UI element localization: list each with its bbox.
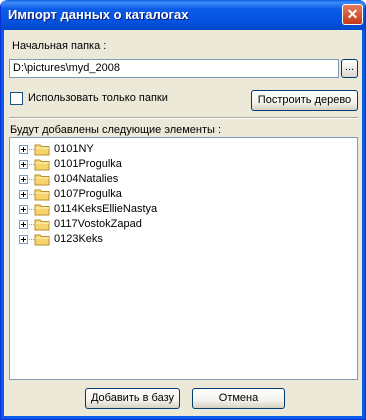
tree-node-label: 0101NY xyxy=(54,143,94,155)
items-label: Будут добавлены следующие элементы : xyxy=(10,124,222,136)
tree-node-label: 0123Keks xyxy=(54,233,103,245)
tree-node-label: 0104Natalies xyxy=(54,173,119,185)
expand-icon[interactable] xyxy=(19,220,28,229)
expand-icon[interactable] xyxy=(19,175,28,184)
import-dialog: Импорт данных о каталогах ✕ Начальная па… xyxy=(0,0,366,420)
folder-tree[interactable]: 0101NY 0101Progulka 0104Natalies 0107Progul… xyxy=(9,137,358,380)
expand-icon[interactable] xyxy=(19,190,28,199)
window-frame-left xyxy=(1,30,4,419)
folder-icon xyxy=(34,188,51,201)
start-folder-input[interactable]: D:\pictures\myd_2008 xyxy=(9,59,339,78)
separator xyxy=(9,117,358,119)
window-frame-right xyxy=(362,30,365,419)
start-folder-label: Начальная папка : xyxy=(12,40,107,52)
tree-node-label: 0114KeksEllieNastya xyxy=(54,203,158,215)
tree-node-label: 0117VostokZapad xyxy=(54,218,142,230)
build-tree-button[interactable]: Построить дерево xyxy=(251,90,358,111)
folders-only-checkbox[interactable] xyxy=(10,92,23,105)
tree-node-label: 0107Progulka xyxy=(54,188,122,200)
title-bar[interactable]: Импорт данных о каталогах ✕ xyxy=(1,0,365,30)
folder-icon xyxy=(34,233,51,246)
window-title: Импорт данных о каталогах xyxy=(8,7,189,22)
browse-button[interactable]: ... xyxy=(341,59,358,78)
folder-icon xyxy=(34,218,51,231)
window-frame-bottom xyxy=(1,416,365,419)
cancel-button[interactable]: Отмена xyxy=(192,388,285,409)
expand-icon[interactable] xyxy=(19,145,28,154)
expand-icon[interactable] xyxy=(19,160,28,169)
folder-icon xyxy=(34,158,51,171)
add-to-database-button[interactable]: Добавить в базу xyxy=(85,388,180,409)
close-icon: ✕ xyxy=(346,6,359,22)
folders-only-label: Использовать только папки xyxy=(28,92,168,104)
folder-icon xyxy=(34,173,51,186)
expand-icon[interactable] xyxy=(19,205,28,214)
folder-icon xyxy=(34,203,51,216)
expand-icon[interactable] xyxy=(19,235,28,244)
close-button[interactable]: ✕ xyxy=(342,4,363,25)
tree-node-label: 0101Progulka xyxy=(54,158,122,170)
folder-icon xyxy=(34,143,51,156)
